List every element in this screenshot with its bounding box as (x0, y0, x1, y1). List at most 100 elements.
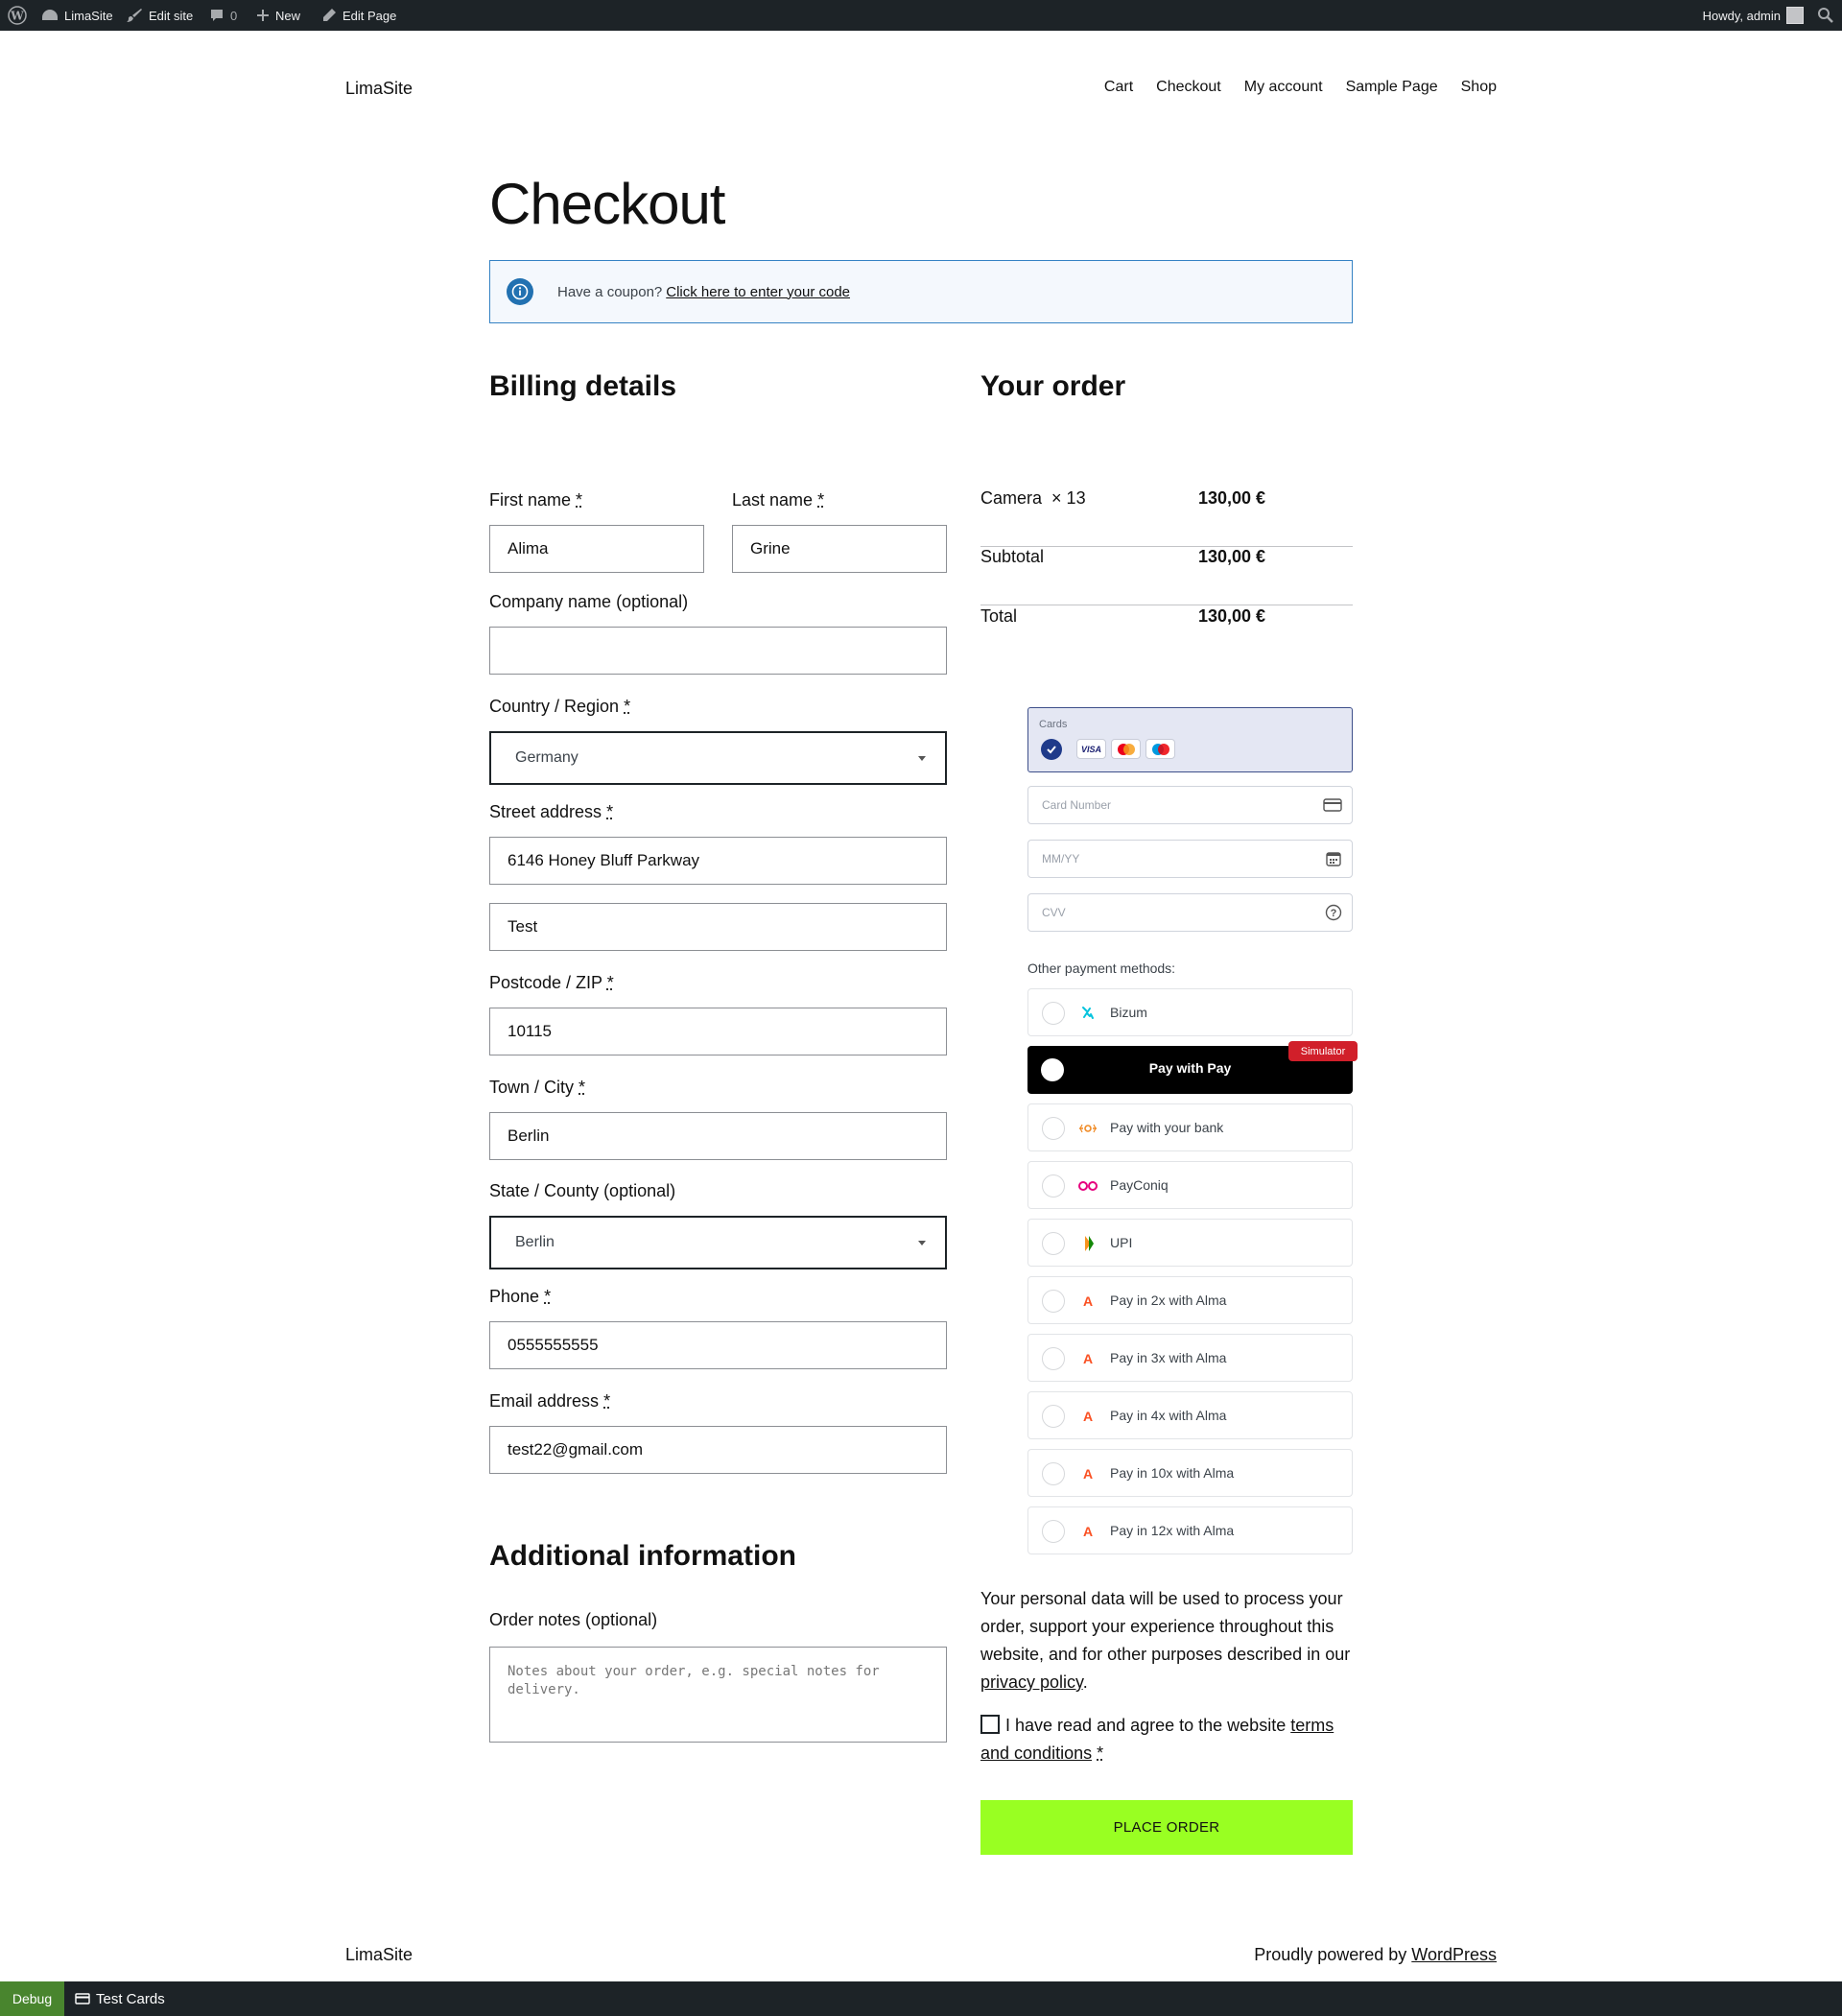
card-number-input[interactable]: Card Number (1027, 786, 1353, 824)
payment-method-payconiq[interactable]: PayConiq (1027, 1161, 1353, 1209)
order-item-row: Camera × 13 130,00 € (980, 488, 1353, 547)
new-content-link[interactable]: New (256, 0, 300, 31)
radio-button[interactable] (1042, 1117, 1065, 1140)
card-cvv-input[interactable]: CVV ? (1027, 893, 1353, 932)
item-qty: × 13 (1051, 488, 1086, 508)
debug-bar: Debug Test Cards (0, 1981, 1842, 2016)
payment-method-alma-2x[interactable]: A Pay in 2x with Alma (1027, 1276, 1353, 1324)
city-label: Town / City * (489, 1078, 585, 1098)
last-name-field[interactable]: Grine (732, 525, 947, 573)
city-value: Berlin (508, 1127, 550, 1145)
radio-button[interactable] (1042, 1520, 1065, 1543)
place-order-button[interactable]: PLACE ORDER (980, 1800, 1353, 1855)
search-icon[interactable] (1817, 0, 1834, 31)
terms-text: I have read and agree to the website (1005, 1716, 1287, 1735)
street-address-1-field[interactable]: 6146 Honey Bluff Parkway (489, 837, 947, 885)
card-expiry-input[interactable]: MM/YY (1027, 840, 1353, 878)
postcode-label-text: Postcode / ZIP (489, 973, 602, 992)
terms-row: I have read and agree to the website ter… (980, 1712, 1359, 1767)
state-select[interactable]: Berlin (489, 1216, 947, 1269)
city-field[interactable]: Berlin (489, 1112, 947, 1160)
chevron-down-icon (918, 1241, 926, 1245)
site-title[interactable]: LimaSite (345, 79, 413, 99)
radio-button[interactable] (1042, 1174, 1065, 1198)
dashboard-icon (42, 10, 58, 20)
pencil-icon (323, 9, 336, 21)
powered-text: Proudly powered by (1254, 1945, 1407, 1964)
nav-checkout[interactable]: Checkout (1156, 79, 1221, 96)
email-value: test22@gmail.com (508, 1440, 644, 1459)
cards-payment-option[interactable]: Cards VISA (1027, 707, 1353, 772)
coupon-link[interactable]: Click here to enter your code (666, 284, 850, 300)
wordpress-link[interactable]: WordPress (1411, 1945, 1497, 1964)
payment-method-bizum[interactable]: Bizum (1027, 988, 1353, 1036)
edit-site-link[interactable]: Edit site (126, 0, 193, 31)
order-item-total: 130,00 € (1198, 488, 1266, 508)
wordpress-logo-icon[interactable]: W (8, 0, 27, 31)
payment-method-upi[interactable]: UPI (1027, 1219, 1353, 1267)
subtotal-value: 130,00 € (1198, 547, 1266, 566)
edit-page-label: Edit Page (342, 8, 397, 23)
order-notes-textarea[interactable]: Notes about your order, e.g. special not… (489, 1647, 947, 1743)
radio-button[interactable] (1042, 1290, 1065, 1313)
required-mark: * (579, 1078, 586, 1097)
comments-link[interactable]: 0 (209, 0, 237, 31)
cards-caption: Cards (1039, 719, 1068, 730)
first-name-value: Alima (508, 539, 549, 557)
phone-value: 0555555555 (508, 1336, 599, 1354)
street-address-2-field[interactable]: Test (489, 903, 947, 951)
privacy-end: . (1082, 1672, 1088, 1692)
last-name-value: Grine (750, 539, 791, 557)
city-label-text: Town / City (489, 1078, 575, 1097)
privacy-policy-link[interactable]: privacy policy (980, 1672, 1083, 1692)
avatar (1786, 7, 1804, 24)
email-field[interactable]: test22@gmail.com (489, 1426, 947, 1474)
first-name-field[interactable]: Alima (489, 525, 704, 573)
total-label: Total (980, 606, 1018, 626)
admin-bar-site-label: LimaSite (64, 8, 113, 23)
payment-method-alma-10x[interactable]: A Pay in 10x with Alma (1027, 1449, 1353, 1497)
visa-text: VISA (1080, 744, 1101, 754)
payment-method-bank[interactable]: Pay with your bank (1027, 1103, 1353, 1151)
admin-bar-site[interactable]: LimaSite (41, 0, 113, 31)
additional-info-heading: Additional information (489, 1540, 796, 1572)
credit-card-icon (75, 1993, 90, 2004)
subtotal-label: Subtotal (980, 547, 1045, 566)
nav-cart[interactable]: Cart (1104, 79, 1133, 96)
radio-button[interactable] (1042, 1347, 1065, 1370)
street-label-text: Street address (489, 802, 602, 821)
radio-button[interactable] (1042, 1462, 1065, 1485)
page-title: Checkout (489, 172, 725, 236)
debug-tab[interactable]: Debug (0, 1981, 64, 2016)
payment-method-label: Pay in 4x with Alma (1110, 1408, 1227, 1423)
company-field[interactable] (489, 627, 947, 675)
required-mark: * (817, 490, 825, 510)
payment-method-alma-12x[interactable]: A Pay in 12x with Alma (1027, 1506, 1353, 1554)
postcode-label: Postcode / ZIP * (489, 973, 614, 993)
nav-sample-page[interactable]: Sample Page (1346, 79, 1438, 96)
phone-label: Phone * (489, 1287, 551, 1307)
privacy-text: Your personal data will be used to proce… (980, 1589, 1351, 1664)
test-cards-tab[interactable]: Test Cards (75, 1981, 165, 2016)
radio-button[interactable] (1042, 1002, 1065, 1025)
my-account-menu[interactable]: Howdy, admin (1703, 0, 1804, 31)
nav-shop[interactable]: Shop (1461, 79, 1497, 96)
svg-text:W: W (10, 10, 24, 23)
terms-checkbox[interactable] (980, 1715, 1000, 1734)
required-mark: * (544, 1287, 552, 1306)
postcode-field[interactable]: 10115 (489, 1008, 947, 1055)
radio-button[interactable] (1042, 1405, 1065, 1428)
payment-method-alma-4x[interactable]: A Pay in 4x with Alma (1027, 1391, 1353, 1439)
payment-method-label: Pay with your bank (1110, 1120, 1224, 1135)
privacy-notice: Your personal data will be used to proce… (980, 1585, 1359, 1696)
phone-field[interactable]: 0555555555 (489, 1321, 947, 1369)
apple-pay-label: Pay with Pay (1148, 1060, 1232, 1076)
payment-method-alma-3x[interactable]: A Pay in 3x with Alma (1027, 1334, 1353, 1382)
country-select[interactable]: Germany (489, 731, 947, 785)
radio-button[interactable] (1042, 1232, 1065, 1255)
company-label: Company name (optional) (489, 592, 689, 611)
footer-site-title[interactable]: LimaSite (345, 1945, 413, 1965)
edit-page-link[interactable]: Edit Page (321, 0, 396, 31)
nav-my-account[interactable]: My account (1244, 79, 1323, 96)
payment-method-label: Pay in 3x with Alma (1110, 1350, 1227, 1365)
